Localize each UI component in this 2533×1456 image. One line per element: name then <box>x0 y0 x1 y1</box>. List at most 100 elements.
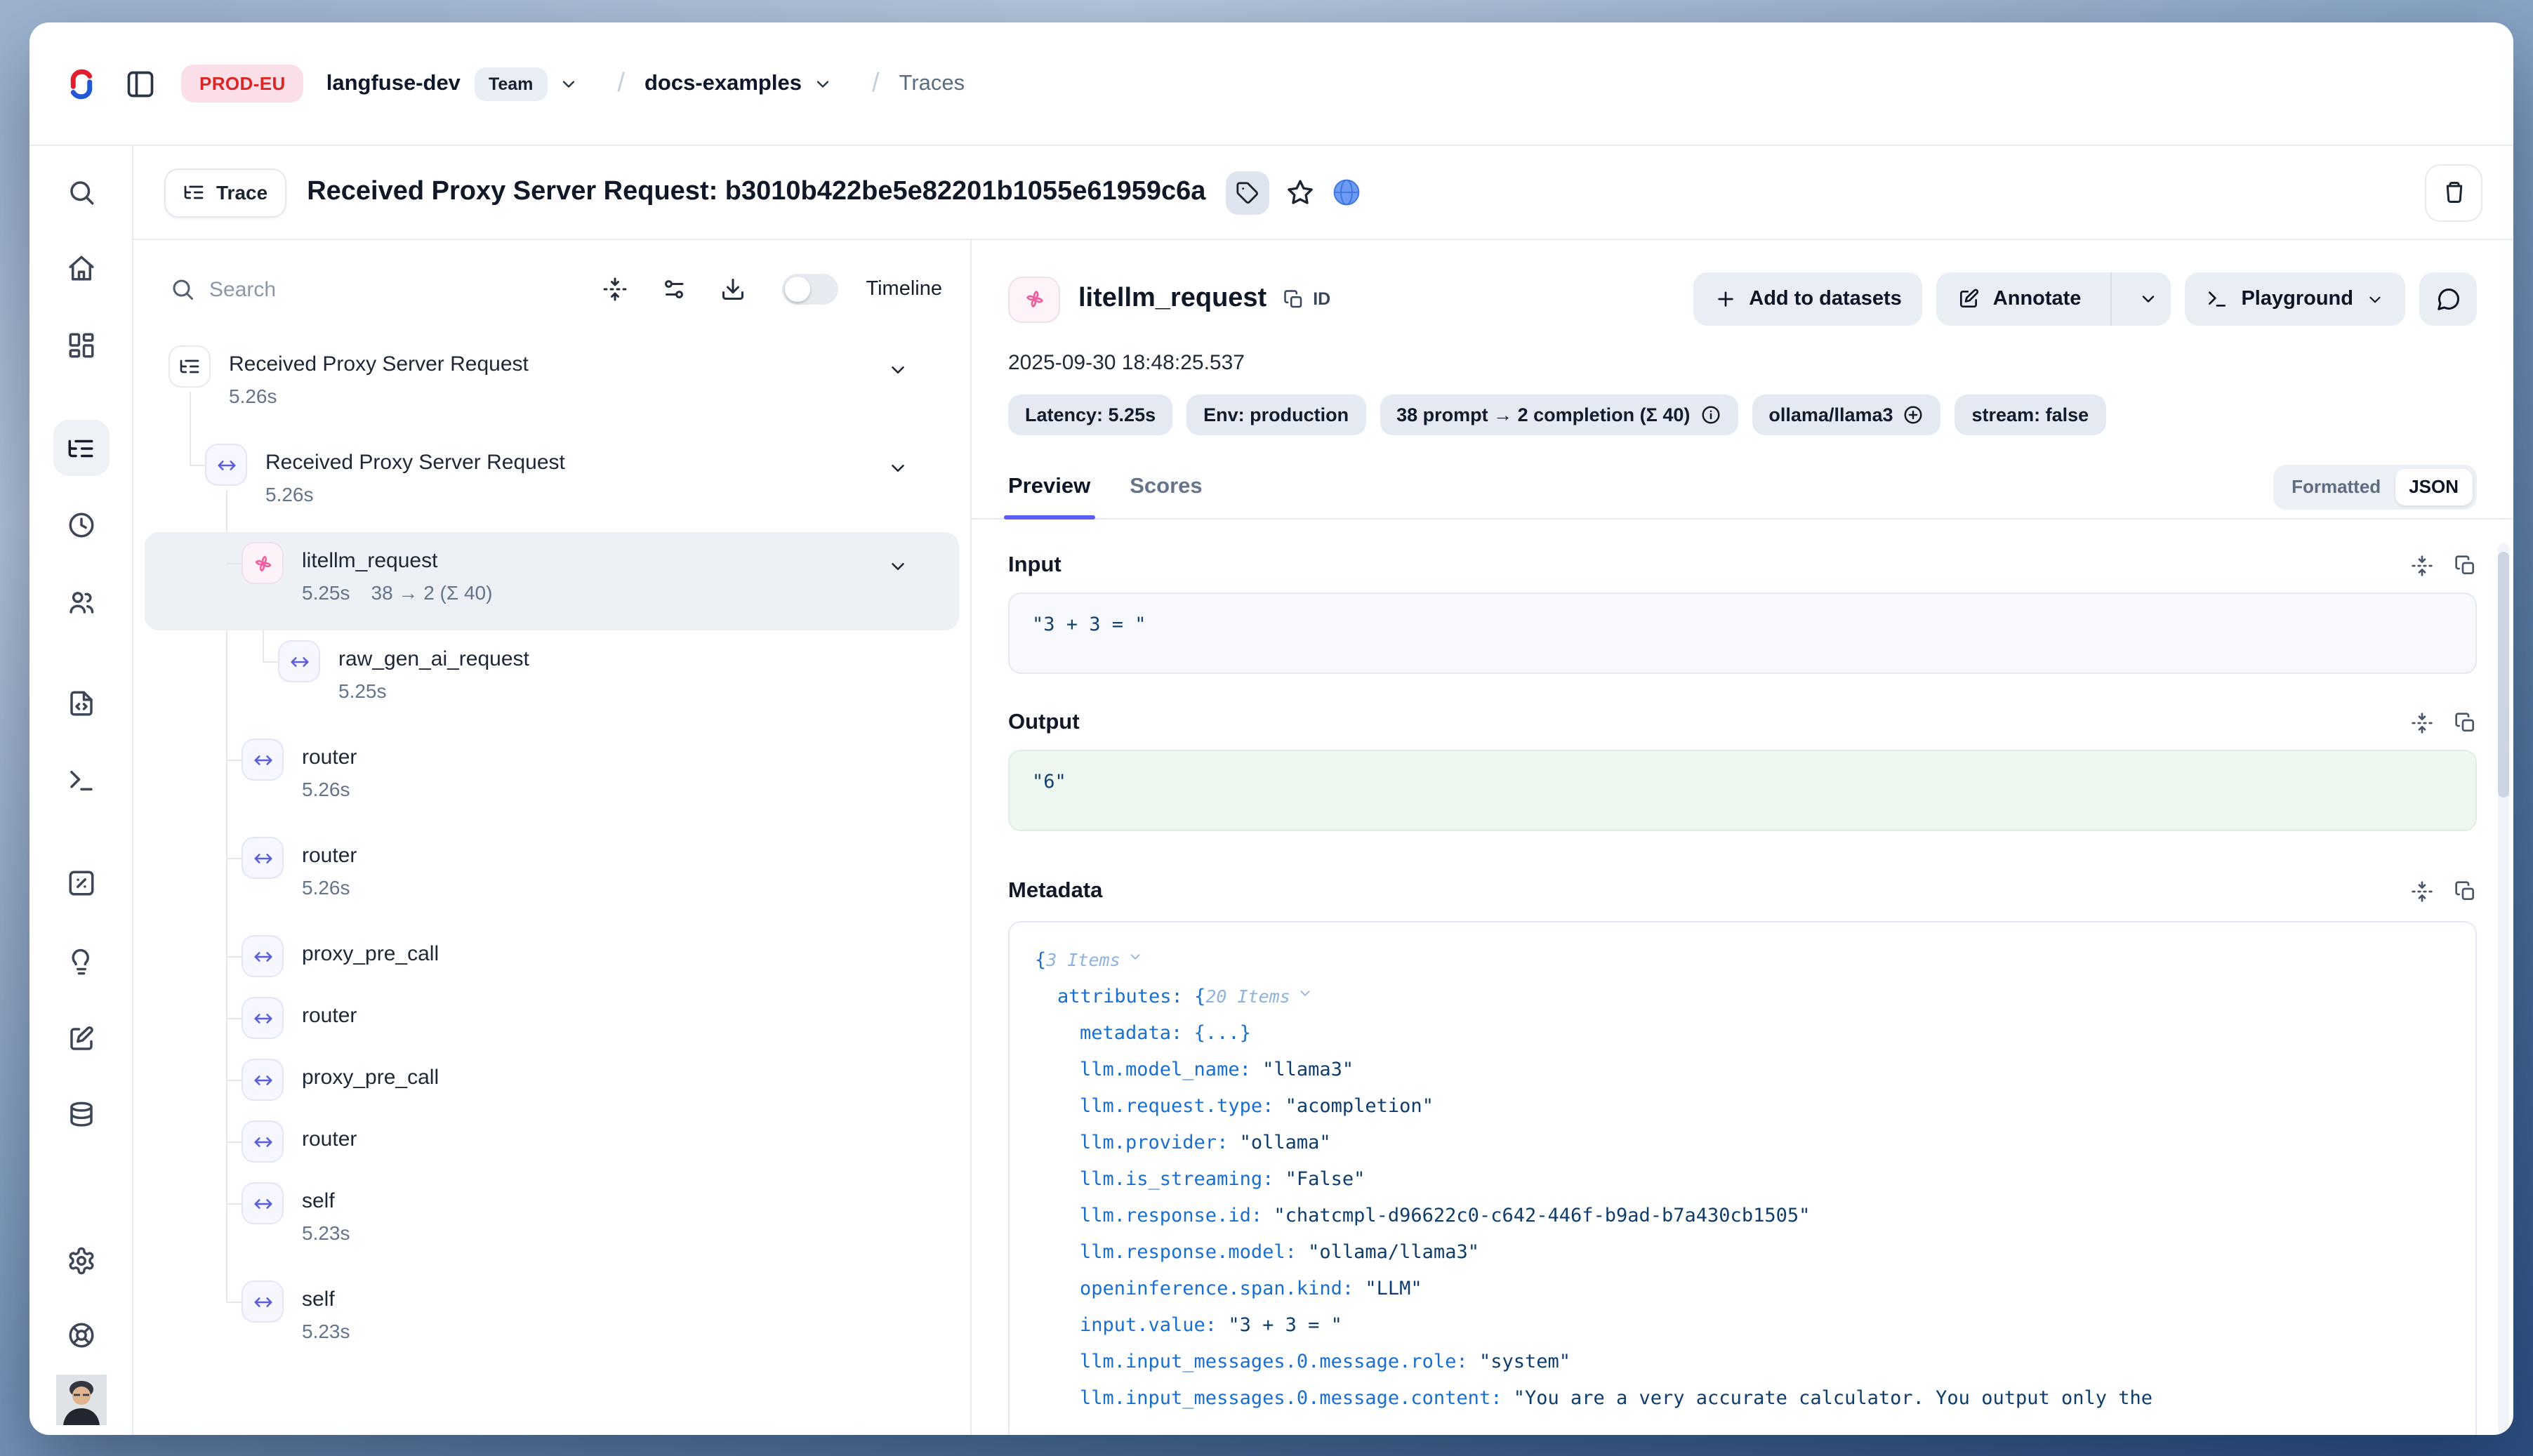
project-chevron-down-icon[interactable] <box>813 74 833 93</box>
span-token-usage: 38 → 2 (Σ 40) <box>371 581 493 604</box>
playground-button[interactable]: Playground <box>2185 272 2405 326</box>
json-line[interactable]: llm.provider: "ollama" <box>1080 1125 2450 1161</box>
json-line[interactable]: llm.response.model: "ollama/llama3" <box>1080 1234 2450 1271</box>
chevron-down-icon[interactable] <box>1127 949 1143 965</box>
search-icon <box>170 277 195 302</box>
prompts-file-code-icon[interactable] <box>66 689 95 718</box>
avatar[interactable] <box>55 1375 106 1425</box>
annotate-button[interactable]: Annotate <box>1937 272 2098 326</box>
breadcrumb-page[interactable]: Traces <box>899 71 965 96</box>
json-line[interactable]: llm.response.id: "chatcmpl-d96622c0-c642… <box>1080 1198 2450 1234</box>
annotate-dropdown-chevron-icon[interactable] <box>2124 272 2171 326</box>
chevron-down-icon <box>2366 290 2384 308</box>
status-badge[interactable]: ollama/llama3 <box>1752 395 1940 435</box>
app-window: PROD-EU langfuse-dev Team / docs-example… <box>29 22 2513 1435</box>
json-view-option[interactable]: JSON <box>2395 468 2473 505</box>
tab[interactable]: Scores <box>1130 455 1202 518</box>
tree-row[interactable]: router <box>145 1111 959 1172</box>
tree-row[interactable]: router 5.26s <box>145 827 959 925</box>
tree-row[interactable]: router 5.26s <box>145 729 959 827</box>
add-to-datasets-button[interactable]: Add to datasets <box>1693 272 1923 326</box>
org-chevron-down-icon[interactable] <box>558 74 578 93</box>
tree-row[interactable]: router <box>145 987 959 1049</box>
copy-icon[interactable] <box>2454 880 2477 903</box>
scores-percent-icon[interactable] <box>66 868 95 898</box>
playground-terminal-icon[interactable] <box>66 766 95 795</box>
span-duration: 5.26s <box>229 385 277 407</box>
metadata-section-header: Metadata <box>1008 879 2477 904</box>
top-nav-bar: PROD-EU langfuse-dev Team / docs-example… <box>29 22 2513 146</box>
trace-title: Received Proxy Server Request: b3010b422… <box>307 177 1205 208</box>
sessions-clock-icon[interactable] <box>66 510 95 540</box>
tree-row[interactable]: proxy_pre_call <box>145 925 959 987</box>
fold-vertical-icon[interactable] <box>2411 712 2433 734</box>
fold-vertical-icon[interactable] <box>2411 555 2433 577</box>
chevron-down-icon[interactable] <box>887 359 908 380</box>
search-input[interactable]: Search <box>209 277 568 301</box>
search-icon[interactable] <box>66 178 95 207</box>
json-line[interactable]: {3 Items <box>1035 942 2450 979</box>
tree-row[interactable]: self 5.23s <box>145 1271 959 1369</box>
star-icon[interactable] <box>1285 178 1314 206</box>
support-lifebuoy-icon[interactable] <box>66 1321 95 1350</box>
project-name[interactable]: docs-examples <box>644 71 802 96</box>
json-line[interactable]: llm.model_name: "llama3" <box>1080 1052 2450 1088</box>
json-line[interactable]: llm.is_streaming: "False" <box>1080 1161 2450 1198</box>
collapse-all-icon[interactable] <box>602 277 627 302</box>
annotation-clipboard-pen-icon[interactable] <box>66 1024 95 1054</box>
json-line[interactable]: llm.request.type: "acompletion" <box>1080 1088 2450 1125</box>
tree-row[interactable]: litellm_request 5.25s38 → 2 (Σ 40) <box>145 532 959 630</box>
status-badge[interactable]: stream: false <box>1955 395 2106 435</box>
span-name: proxy_pre_call <box>302 941 439 969</box>
dashboard-icon[interactable] <box>66 331 95 360</box>
home-icon[interactable] <box>66 253 95 283</box>
json-line[interactable]: attributes: {20 Items <box>1057 979 2450 1015</box>
circle-plus-icon <box>1903 404 1924 425</box>
chevron-down-icon[interactable] <box>887 458 908 479</box>
datasets-database-icon[interactable] <box>66 1100 95 1130</box>
span-exchange-icon <box>242 1059 284 1101</box>
span-duration: 5.25s <box>302 581 350 604</box>
json-line[interactable]: llm.input_messages.0.message.role: "syst… <box>1080 1344 2450 1380</box>
copy-icon[interactable] <box>2454 555 2477 577</box>
tree-row[interactable]: Received Proxy Server Request 5.26s <box>145 434 959 532</box>
tree-row[interactable]: raw_gen_ai_request 5.25s <box>145 630 959 729</box>
sidebar-toggle-icon[interactable] <box>125 68 156 99</box>
annotate-button-group: Annotate <box>1937 272 2171 326</box>
json-line[interactable]: openinference.span.kind: "LLM" <box>1080 1271 2450 1307</box>
chevron-down-icon[interactable] <box>1297 986 1313 1001</box>
tracing-icon[interactable] <box>53 420 109 476</box>
status-badge[interactable]: Env: production <box>1186 395 1365 435</box>
evaluation-lightbulb-icon[interactable] <box>66 947 95 977</box>
comments-button[interactable] <box>2419 272 2477 326</box>
chevron-down-icon[interactable] <box>887 556 908 577</box>
org-name[interactable]: langfuse-dev <box>326 71 461 96</box>
tree-row[interactable]: Received Proxy Server Request 5.26s <box>145 336 959 434</box>
copy-id-button[interactable]: ID <box>1283 289 1330 310</box>
span-exchange-icon <box>205 444 247 486</box>
span-name: Received Proxy Server Request <box>229 351 529 379</box>
status-badge[interactable]: 38 prompt → 2 completion (Σ 40) <box>1380 395 1738 435</box>
view-settings-icon[interactable] <box>661 277 686 302</box>
json-line[interactable]: input.value: "3 + 3 = " <box>1080 1307 2450 1344</box>
tree-row[interactable]: proxy_pre_call <box>145 1049 959 1111</box>
formatted-view-option[interactable]: Formatted <box>2277 476 2395 497</box>
span-duration: 5.25s <box>338 680 387 702</box>
download-icon[interactable] <box>720 277 745 302</box>
fold-vertical-icon[interactable] <box>2411 880 2433 903</box>
json-line[interactable]: metadata: {...} <box>1080 1015 2450 1052</box>
settings-gear-icon[interactable] <box>66 1246 95 1276</box>
span-exchange-icon <box>242 1280 284 1323</box>
globe-public-icon[interactable] <box>1330 177 1361 208</box>
tab[interactable]: Preview <box>1008 455 1090 518</box>
users-icon[interactable] <box>66 588 95 617</box>
json-line[interactable]: llm.input_messages.0.message.content: "Y… <box>1080 1380 2450 1417</box>
tag-icon[interactable] <box>1225 171 1269 214</box>
status-badge[interactable]: Latency: 5.25s <box>1008 395 1172 435</box>
span-exchange-icon <box>242 837 284 879</box>
copy-icon[interactable] <box>2454 712 2477 734</box>
scrollbar-thumb[interactable] <box>2498 552 2509 798</box>
delete-trace-button[interactable] <box>2425 164 2482 221</box>
tree-row[interactable]: self 5.23s <box>145 1172 959 1271</box>
timeline-toggle[interactable] <box>781 274 838 305</box>
